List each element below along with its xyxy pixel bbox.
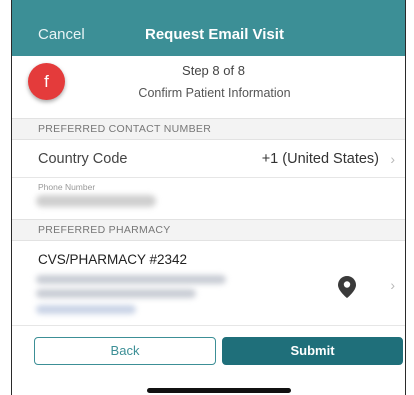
pharmacy-section-header: PREFERRED PHARMACY bbox=[12, 219, 405, 241]
pharmacy-row[interactable]: CVS/PHARMACY #2342 › bbox=[12, 241, 405, 326]
country-code-label: Country Code bbox=[38, 151, 128, 167]
location-pin-icon[interactable] bbox=[338, 276, 356, 298]
nav-title: Request Email Visit bbox=[145, 26, 284, 43]
country-code-value: +1 (United States) bbox=[261, 151, 379, 167]
submit-button[interactable]: Submit bbox=[222, 337, 403, 365]
right-edge bbox=[405, 0, 414, 395]
redacted-link-line bbox=[36, 305, 136, 314]
redacted-address-line bbox=[36, 289, 196, 298]
step-header: f Step 8 of 8 Confirm Patient Informatio… bbox=[12, 56, 405, 118]
cancel-button[interactable]: Cancel bbox=[38, 26, 85, 43]
country-code-row[interactable]: Country Code +1 (United States) › bbox=[12, 140, 405, 178]
phone-number-field[interactable]: Phone Number bbox=[12, 178, 405, 219]
step-progress: Step 8 of 8 bbox=[182, 63, 245, 78]
home-indicator[interactable] bbox=[147, 388, 291, 393]
chevron-right-icon: › bbox=[390, 151, 395, 167]
phone-number-label: Phone Number bbox=[38, 182, 96, 192]
left-edge bbox=[0, 0, 12, 395]
pharmacy-name: CVS/PHARMACY #2342 bbox=[38, 252, 188, 267]
app-frame: Cancel Request Email Visit f Step 8 of 8… bbox=[0, 0, 414, 395]
chevron-right-icon: › bbox=[390, 277, 395, 293]
nav-bar: Cancel Request Email Visit bbox=[12, 0, 405, 56]
contact-section-header: PREFERRED CONTACT NUMBER bbox=[12, 118, 405, 140]
back-button[interactable]: Back bbox=[34, 337, 216, 365]
step-subtitle: Confirm Patient Information bbox=[138, 86, 291, 100]
redacted-address-line bbox=[36, 275, 226, 284]
request-email-visit-screen: Cancel Request Email Visit f Step 8 of 8… bbox=[12, 0, 405, 395]
redacted-phone-value bbox=[36, 195, 156, 207]
